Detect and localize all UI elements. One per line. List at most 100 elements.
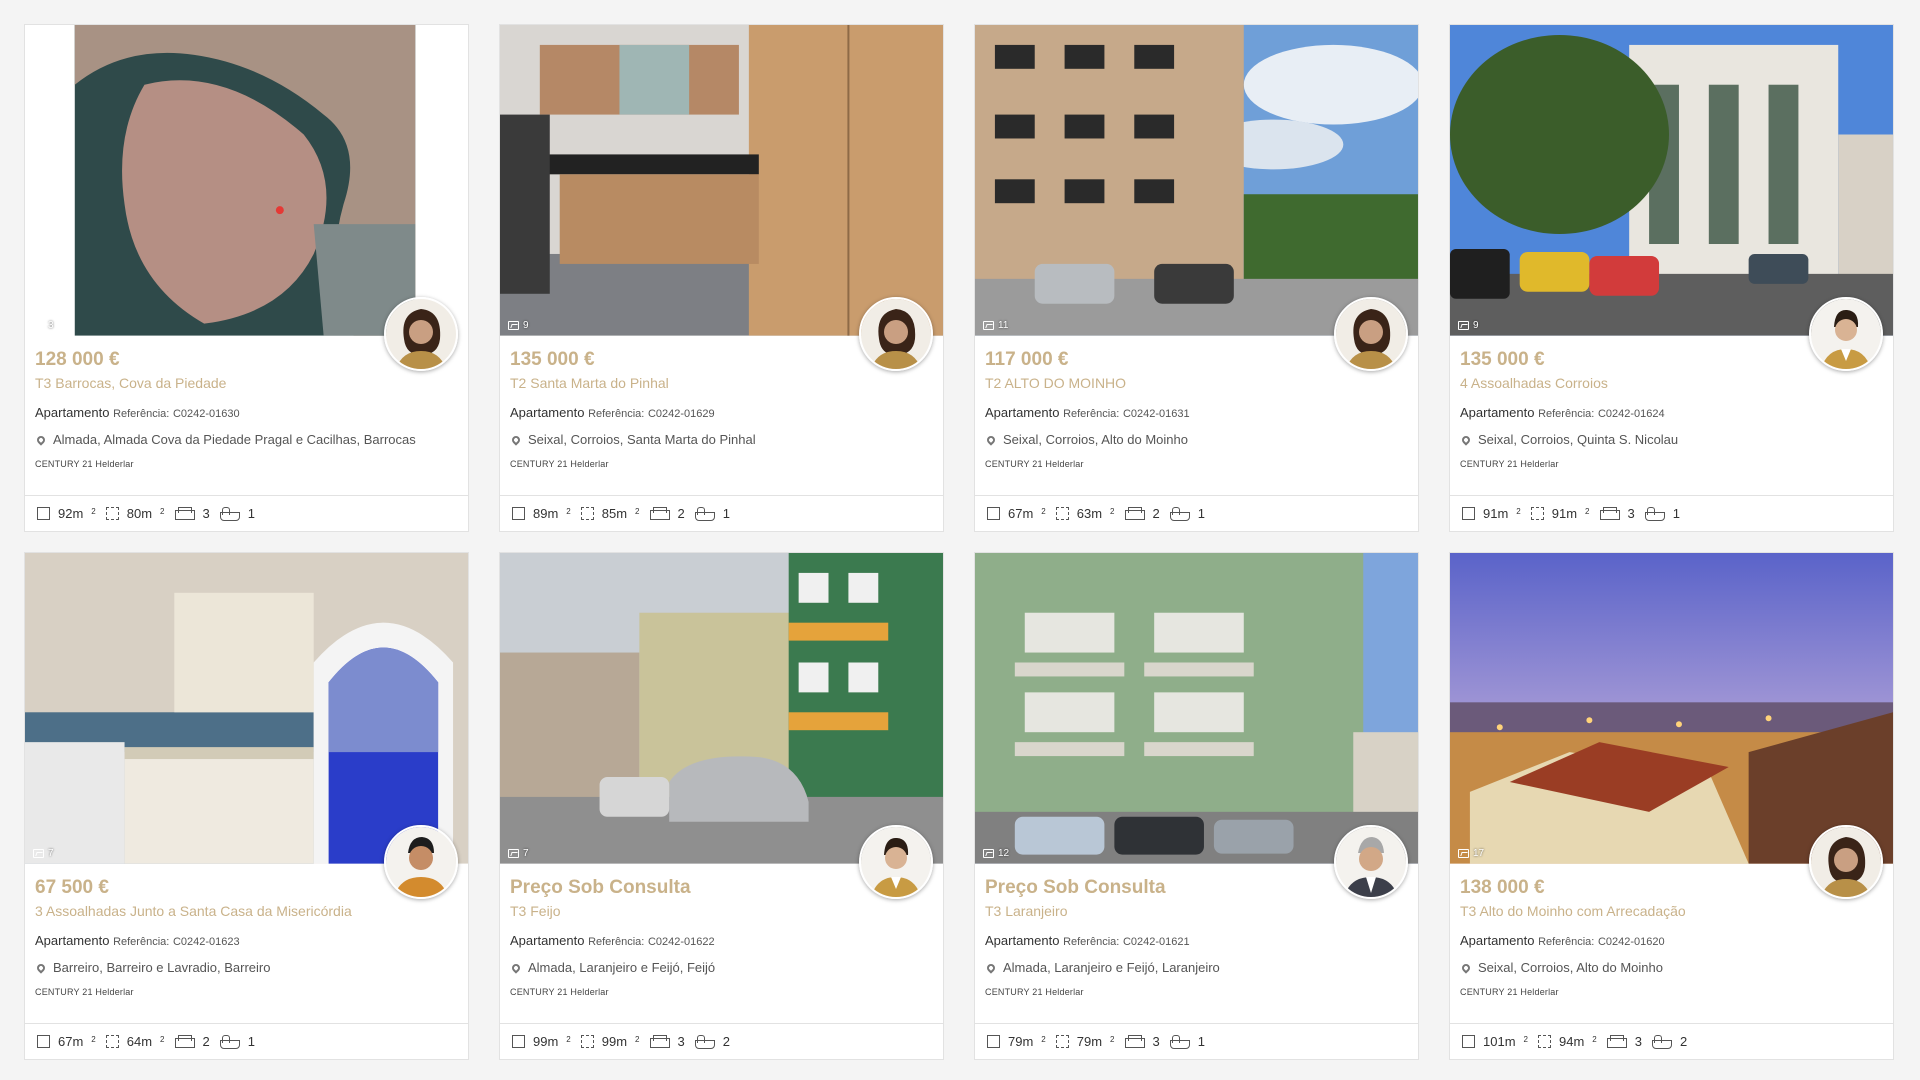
bedrooms: 3 [1124, 1034, 1160, 1049]
agency-name: CENTURY 21 Helderlar [985, 987, 1084, 997]
listing-location: Almada, Laranjeiro e Feijó, Laranjeiro [985, 959, 1408, 977]
bedrooms: 2 [1124, 506, 1160, 521]
property-type: Apartamento [985, 405, 1060, 420]
useful-area-icon [105, 507, 119, 520]
photo-count: 12 [983, 848, 1009, 859]
listing-title[interactable]: T3 Laranjeiro [985, 902, 1408, 920]
area-icon [1462, 1035, 1475, 1048]
agent-avatar[interactable] [1809, 825, 1883, 899]
useful-area: 64m 2 [105, 1034, 165, 1049]
listing-title[interactable]: T3 Barrocas, Cova da Piedade [35, 374, 458, 392]
useful-area: 94m 2 [1537, 1034, 1597, 1049]
reference-value: C0242-01622 [647, 936, 715, 948]
listing-photo[interactable]: 11 [975, 25, 1418, 337]
photo-count: 17 [1458, 848, 1484, 859]
listing-features: 91m 2 91m 2 3 1 [1450, 495, 1893, 531]
listing-photo[interactable]: 17 [1450, 553, 1893, 865]
agency-name: CENTURY 21 Helderlar [35, 459, 134, 469]
agency-name: CENTURY 21 Helderlar [510, 987, 609, 997]
listing-photo[interactable]: 3 [25, 25, 468, 337]
property-type: Apartamento [35, 405, 110, 420]
bed-icon [1124, 507, 1145, 520]
gross-area: 89m 2 [512, 506, 571, 521]
listing-title[interactable]: T2 Santa Marta do Pinhal [510, 374, 933, 392]
listing-photo[interactable]: 9 [1450, 25, 1893, 337]
camera-icon [1458, 321, 1469, 330]
photo-count: 7 [33, 848, 54, 859]
agent-avatar[interactable] [1809, 297, 1883, 371]
listing-location: Barreiro, Barreiro e Lavradio, Barreiro [35, 959, 458, 977]
listing-type-line: Apartamento Referência: C0242-01624 [1460, 404, 1883, 422]
camera-icon [983, 321, 994, 330]
area-icon [512, 507, 525, 520]
listing-card[interactable]: 11 117 000 € T2 ALTO DO MOINHO Apartamen… [974, 24, 1419, 532]
listing-title[interactable]: 3 Assoalhadas Junto a Santa Casa da Mise… [35, 902, 458, 920]
listing-title[interactable]: T2 ALTO DO MOINHO [985, 374, 1408, 392]
agent-avatar[interactable] [1334, 297, 1408, 371]
reference-label: Referência: [1063, 408, 1120, 420]
bedrooms: 2 [174, 1034, 210, 1049]
listing-card[interactable]: 9 135 000 € 4 Assoalhadas Corroios Apart… [1449, 24, 1894, 532]
agent-avatar[interactable] [1334, 825, 1408, 899]
listing-features: 99m 2 99m 2 3 2 [500, 1023, 943, 1059]
listing-photo[interactable]: 7 [25, 553, 468, 865]
photo-count: 11 [983, 320, 1008, 331]
property-type: Apartamento [510, 405, 585, 420]
listing-features: 79m 2 79m 2 3 1 [975, 1023, 1418, 1059]
area-icon [1462, 507, 1475, 520]
property-type: Apartamento [985, 933, 1060, 948]
bathrooms: 1 [1169, 1034, 1205, 1049]
agent-avatar[interactable] [384, 297, 458, 371]
listing-features: 89m 2 85m 2 2 1 [500, 495, 943, 531]
listing-card[interactable]: 17 138 000 € T3 Alto do Moinho com Arrec… [1449, 552, 1894, 1060]
photo-count: 3 [33, 320, 54, 331]
gross-area: 99m 2 [512, 1034, 571, 1049]
property-type: Apartamento [1460, 405, 1535, 420]
listing-type-line: Apartamento Referência: C0242-01621 [985, 932, 1408, 950]
photo-count: 7 [508, 848, 529, 859]
listing-card[interactable]: 3 128 000 € T3 Barrocas, Cova da Piedade… [24, 24, 469, 532]
agent-avatar[interactable] [859, 825, 933, 899]
location-pin-icon [510, 962, 522, 974]
listing-card[interactable]: 12 Preço Sob Consulta T3 Laranjeiro Apar… [974, 552, 1419, 1060]
property-type: Apartamento [35, 933, 110, 948]
agent-avatar[interactable] [859, 297, 933, 371]
listing-card[interactable]: 9 135 000 € T2 Santa Marta do Pinhal Apa… [499, 24, 944, 532]
listing-title[interactable]: T3 Alto do Moinho com Arrecadação [1460, 902, 1883, 920]
bathtub-icon [1169, 506, 1190, 521]
gross-area: 92m 2 [37, 506, 96, 521]
bed-icon [1124, 1035, 1145, 1048]
reference-value: C0242-01621 [1122, 936, 1190, 948]
useful-area: 85m 2 [580, 506, 640, 521]
gross-area: 67m 2 [987, 506, 1046, 521]
location-pin-icon [35, 962, 47, 974]
agent-avatar[interactable] [384, 825, 458, 899]
listing-location: Almada, Almada Cova da Piedade Pragal e … [35, 431, 458, 449]
camera-icon [508, 849, 519, 858]
bathrooms: 1 [1169, 506, 1205, 521]
listing-photo[interactable]: 9 [500, 25, 943, 337]
property-type: Apartamento [510, 933, 585, 948]
reference-value: C0242-01631 [1122, 408, 1190, 420]
listing-location: Seixal, Corroios, Alto do Moinho [1460, 959, 1883, 977]
property-type: Apartamento [1460, 933, 1535, 948]
useful-area: 80m 2 [105, 506, 165, 521]
bed-icon [649, 507, 670, 520]
useful-area-icon [1530, 507, 1544, 520]
area-icon [37, 507, 50, 520]
listing-card[interactable]: 7 67 500 € 3 Assoalhadas Junto a Santa C… [24, 552, 469, 1060]
reference-label: Referência: [588, 408, 645, 420]
useful-area-icon [105, 1035, 119, 1048]
area-icon [37, 1035, 50, 1048]
listing-title[interactable]: 4 Assoalhadas Corroios [1460, 374, 1883, 392]
area-icon [512, 1035, 525, 1048]
reference-label: Referência: [1063, 936, 1120, 948]
listing-title[interactable]: T3 Feijo [510, 902, 933, 920]
photo-count: 9 [508, 320, 529, 331]
useful-area: 91m 2 [1530, 506, 1590, 521]
listing-photo[interactable]: 7 [500, 553, 943, 865]
bed-icon [174, 1035, 195, 1048]
useful-area-icon [1055, 1035, 1069, 1048]
listing-photo[interactable]: 12 [975, 553, 1418, 865]
listing-card[interactable]: 7 Preço Sob Consulta T3 Feijo Apartament… [499, 552, 944, 1060]
